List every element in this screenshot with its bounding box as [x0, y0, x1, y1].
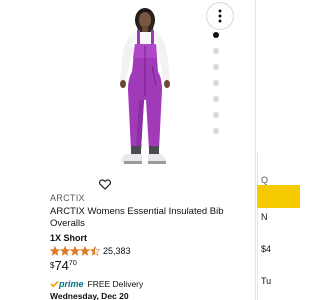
product-price: $ 74 70	[50, 259, 77, 272]
carousel-dot[interactable]	[213, 96, 219, 102]
image-carousel-dots	[212, 32, 220, 152]
delivery-date: Wednesday, Dec 20	[50, 291, 129, 300]
star-icon	[50, 246, 61, 256]
review-count[interactable]: 25,383	[103, 246, 131, 256]
carousel-dot[interactable]	[213, 48, 219, 54]
product-title[interactable]: ARCTIX Womens Essential Insulated Bib Ov…	[50, 206, 245, 230]
product-brand: ARCTIX	[50, 193, 85, 203]
prime-label: prime	[59, 279, 84, 289]
star-icon	[79, 246, 91, 256]
add-to-cart-button-partial[interactable]	[257, 185, 300, 208]
carousel-dot[interactable]	[213, 80, 219, 86]
price-whole: 74	[54, 258, 69, 273]
star-icon	[59, 246, 71, 256]
carousel-dot[interactable]	[213, 128, 219, 134]
prime-check-icon	[50, 280, 59, 288]
more-vertical-icon	[218, 9, 222, 23]
next-card-fragment: Tu	[261, 276, 272, 286]
star-icon	[69, 246, 81, 256]
delivery-row: prime FREE Delivery	[50, 279, 143, 289]
next-card-fragment: $4	[261, 244, 272, 254]
carousel-dot[interactable]	[213, 112, 219, 118]
next-card-fragment: N	[261, 212, 268, 222]
wishlist-heart-button[interactable]	[97, 176, 113, 192]
star-icon	[89, 246, 100, 256]
more-options-button[interactable]	[206, 2, 234, 30]
heart-icon	[99, 178, 111, 190]
product-size: 1X Short	[50, 233, 88, 243]
star-rating-icon	[50, 246, 100, 256]
star-rating	[50, 246, 100, 256]
delivery-text: FREE Delivery	[87, 279, 144, 289]
next-product-card[interactable]: Q St Bo N $4 Tu	[257, 152, 300, 300]
price-fraction: 70	[68, 260, 77, 267]
next-card-fragment: Q	[261, 175, 269, 185]
carousel-dot[interactable]	[213, 32, 219, 38]
rating-row[interactable]: 25,383	[50, 245, 131, 257]
prime-badge: prime	[50, 279, 84, 289]
carousel-dot[interactable]	[213, 64, 219, 70]
